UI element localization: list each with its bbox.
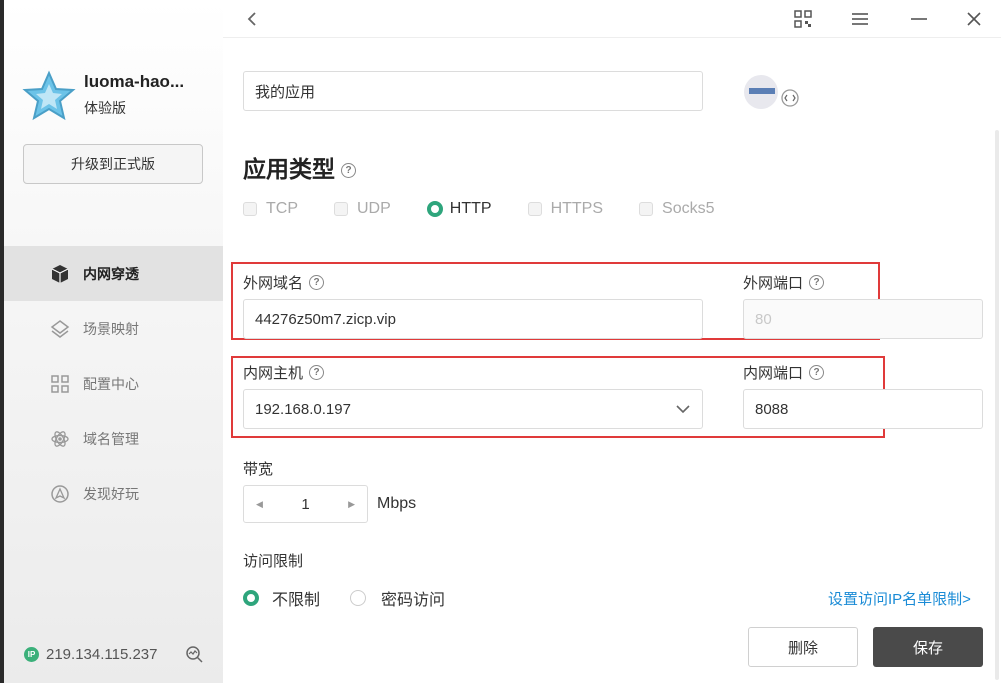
decrement-icon[interactable]: ◀ [256, 499, 263, 510]
access-options: 不限制 密码访问 [243, 586, 475, 610]
int-host-value: 192.168.0.197 [255, 400, 351, 418]
qrcode-button[interactable] [792, 8, 814, 30]
cube-icon [49, 263, 71, 285]
help-icon[interactable]: ? [309, 365, 325, 380]
access-option-unlimited[interactable]: 不限制 [243, 586, 320, 610]
main-panel: 我的应用 应用类型? TCP UDP HTTP HTTPS Socks5 外网域… [223, 0, 1001, 683]
help-icon[interactable]: ? [341, 163, 356, 179]
radio-selected-icon [243, 590, 259, 606]
type-label: UDP [357, 200, 391, 217]
checkbox-icon [639, 202, 654, 216]
minimize-icon [911, 18, 927, 20]
app-browser-icon[interactable] [741, 70, 805, 114]
type-label: Socks5 [662, 200, 715, 217]
close-icon [967, 12, 981, 26]
public-ip-address: 219.134.115.237 [46, 646, 158, 663]
network-check-icon[interactable] [184, 644, 204, 664]
access-option-label: 密码访问 [381, 592, 446, 609]
chevron-left-icon [247, 12, 256, 26]
title-bar [223, 0, 1001, 38]
radio-selected-icon [426, 201, 443, 217]
app-name: luoma-hao... [84, 72, 185, 91]
chevron-down-icon [676, 404, 690, 413]
increment-icon[interactable]: ▶ [348, 499, 355, 510]
ip-badge-icon: IP [24, 647, 39, 662]
bandwidth-label: 带宽 [243, 461, 274, 478]
ext-port-label: 外网端口? [743, 272, 825, 293]
access-option-password[interactable]: 密码访问 [350, 586, 445, 610]
sidebar-nav: 内网穿透 场景映射 配置中心 域名管理 发现好玩 [4, 246, 223, 521]
menu-button[interactable] [849, 8, 871, 30]
type-label: TCP [266, 200, 298, 217]
type-option-http[interactable]: HTTP [426, 200, 492, 218]
int-port-input[interactable]: 8088 [743, 389, 983, 429]
app-type-title-text: 应用类型 [243, 156, 335, 182]
int-port-label: 内网端口? [743, 362, 825, 383]
close-button[interactable] [963, 8, 985, 30]
delete-button[interactable]: 删除 [748, 627, 858, 667]
ext-domain-label: 外网域名? [243, 272, 325, 293]
radio-unselected-icon [350, 590, 367, 606]
help-icon[interactable]: ? [809, 365, 825, 380]
sidebar-item-config-center[interactable]: 配置中心 [4, 356, 223, 411]
hamburger-icon [852, 13, 868, 25]
bandwidth-value: 1 [301, 495, 310, 513]
scrollbar[interactable] [995, 130, 999, 680]
sidebar-item-scene-mapping[interactable]: 场景映射 [4, 301, 223, 356]
int-host-label: 内网主机? [243, 362, 325, 383]
sidebar-item-tunnel[interactable]: 内网穿透 [4, 246, 223, 301]
sidebar: luoma-hao... 体验版 升级到正式版 内网穿透 场景映射 配置中心 域… [4, 0, 223, 683]
bandwidth-unit: Mbps [377, 495, 417, 512]
type-option-https[interactable]: HTTPS [527, 200, 604, 218]
back-button[interactable] [241, 8, 263, 30]
sidebar-item-label: 场景映射 [83, 320, 139, 337]
app-type-title: 应用类型? [243, 150, 356, 184]
upgrade-button[interactable]: 升级到正式版 [23, 144, 203, 184]
app-edition: 体验版 [84, 100, 126, 116]
sidebar-item-label: 域名管理 [83, 430, 139, 447]
sidebar-item-label: 发现好玩 [83, 485, 139, 502]
int-port-label-text: 内网端口 [743, 365, 804, 382]
ext-domain-input[interactable]: 44276z50m7.zicp.vip [243, 299, 703, 339]
type-option-tcp[interactable]: TCP [243, 200, 298, 218]
app-type-options: TCP UDP HTTP HTTPS Socks5 [243, 200, 750, 218]
star-logo-icon [22, 70, 76, 121]
sidebar-item-label: 内网穿透 [83, 265, 139, 282]
checkbox-icon [527, 202, 542, 216]
type-label: HTTP [449, 200, 492, 217]
minimize-button[interactable] [908, 8, 930, 30]
help-icon[interactable]: ? [809, 275, 825, 290]
save-button[interactable]: 保存 [873, 627, 983, 667]
compass-icon [49, 483, 71, 505]
atom-icon [49, 428, 71, 450]
layers-icon [49, 318, 71, 340]
app-name-input[interactable]: 我的应用 [243, 71, 703, 111]
grid-icon [49, 373, 71, 395]
sidebar-item-domain-management[interactable]: 域名管理 [4, 411, 223, 466]
type-option-udp[interactable]: UDP [334, 200, 391, 218]
access-limit-label: 访问限制 [243, 553, 304, 570]
ext-port-input[interactable]: 80 [743, 299, 983, 339]
ext-port-label-text: 外网端口 [743, 275, 804, 292]
ip-limit-link[interactable]: 设置访问IP名单限制> [828, 588, 971, 609]
checkbox-icon [243, 202, 257, 216]
int-host-select[interactable]: 192.168.0.197 [243, 389, 703, 429]
ext-domain-label-text: 外网域名 [243, 275, 304, 292]
access-option-label: 不限制 [272, 592, 321, 609]
sidebar-item-discover[interactable]: 发现好玩 [4, 466, 223, 521]
type-label: HTTPS [550, 200, 604, 217]
sidebar-item-label: 配置中心 [83, 375, 139, 392]
int-host-label-text: 内网主机 [243, 365, 304, 382]
qrcode-icon [794, 10, 812, 28]
bandwidth-stepper[interactable]: ◀ 1 ▶ [243, 485, 368, 523]
help-icon[interactable]: ? [309, 275, 325, 290]
checkbox-icon [334, 202, 348, 216]
type-option-socks5[interactable]: Socks5 [639, 200, 714, 218]
